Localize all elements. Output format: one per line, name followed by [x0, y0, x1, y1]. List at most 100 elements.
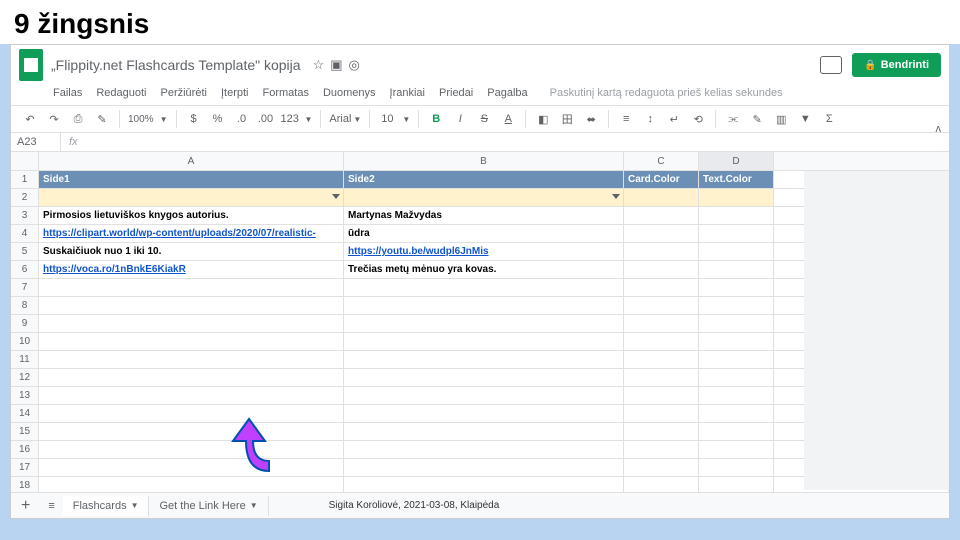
- sheets-app: „Flippity.net Flashcards Template" kopij…: [10, 44, 950, 519]
- chevron-down-icon[interactable]: [612, 194, 620, 199]
- print-icon[interactable]: ⎙: [69, 113, 87, 126]
- row-header[interactable]: 14: [11, 405, 39, 422]
- tab-flashcards[interactable]: Flashcards ▼: [63, 496, 150, 516]
- tab-getlink[interactable]: Get the Link Here ▼: [149, 496, 268, 516]
- paint-icon[interactable]: ✎: [93, 113, 111, 126]
- textcolor-icon[interactable]: A: [499, 113, 517, 125]
- slide-title: 9 žingsnis: [0, 0, 960, 44]
- menu-bar: Failas Redaguoti Peržiūrėti Įterpti Form…: [11, 85, 949, 105]
- comment2-icon[interactable]: ✎: [748, 113, 766, 126]
- col-header-c[interactable]: C: [624, 152, 699, 170]
- row-header[interactable]: 2: [11, 189, 39, 206]
- fontsize[interactable]: 10: [378, 113, 396, 125]
- chevron-down-icon[interactable]: ▼: [131, 501, 139, 510]
- cell-link[interactable]: https://youtu.be/wudpl6JnMis: [344, 243, 624, 260]
- merge-icon[interactable]: ⬌: [582, 113, 600, 126]
- move-icon[interactable]: ▣: [330, 57, 342, 73]
- tab-label: Get the Link Here: [159, 500, 245, 512]
- row-header[interactable]: 10: [11, 333, 39, 350]
- doc-title[interactable]: „Flippity.net Flashcards Template" kopij…: [51, 57, 301, 73]
- col-header-d[interactable]: D: [699, 152, 774, 170]
- row-header[interactable]: 11: [11, 351, 39, 368]
- row-header[interactable]: 8: [11, 297, 39, 314]
- functions-icon[interactable]: Σ: [820, 113, 838, 125]
- share-button[interactable]: 🔒Bendrinti: [852, 53, 941, 77]
- filter-icon[interactable]: ▼: [796, 113, 814, 125]
- chevron-down-icon[interactable]: [332, 194, 340, 199]
- row-header[interactable]: 7: [11, 279, 39, 296]
- menu-file[interactable]: Failas: [53, 87, 82, 99]
- menu-data[interactable]: Duomenys: [323, 87, 376, 99]
- zoom[interactable]: 100%: [128, 114, 154, 125]
- fx-label: fx: [61, 133, 86, 151]
- footer-note: Sigita Koroliovė, 2021-03-08, Klaipėda: [329, 500, 500, 511]
- row-header[interactable]: 13: [11, 387, 39, 404]
- halign-icon[interactable]: ≡: [617, 113, 635, 125]
- rotate-icon[interactable]: ⟲: [689, 113, 707, 126]
- row-header[interactable]: 3: [11, 207, 39, 224]
- select-all-corner[interactable]: [11, 152, 39, 170]
- comment-icon[interactable]: [820, 56, 842, 74]
- row-header[interactable]: 1: [11, 171, 39, 188]
- currency-icon[interactable]: $: [185, 113, 203, 125]
- row-header[interactable]: 6: [11, 261, 39, 278]
- menu-insert[interactable]: Įterpti: [221, 87, 249, 99]
- collapse-icon[interactable]: ʌ: [936, 123, 942, 135]
- col-header-a[interactable]: A: [39, 152, 344, 170]
- menu-addons[interactable]: Priedai: [439, 87, 473, 99]
- right-empty-pane: [804, 171, 949, 490]
- fill-icon[interactable]: ◧: [534, 113, 552, 126]
- cell[interactable]: Martynas Mažvydas: [344, 207, 624, 224]
- cell-dropdown[interactable]: [344, 189, 624, 206]
- row-header[interactable]: 4: [11, 225, 39, 242]
- row-header[interactable]: 16: [11, 441, 39, 458]
- undo-icon[interactable]: ↶: [21, 113, 39, 126]
- all-sheets-icon[interactable]: ≡: [40, 500, 62, 512]
- arrow-annotation-icon: [196, 406, 286, 496]
- dec-icon[interactable]: .0: [233, 113, 251, 125]
- dec2-icon[interactable]: .00: [257, 113, 275, 125]
- font-select[interactable]: Arial: [329, 113, 347, 125]
- cell[interactable]: Pirmosios lietuviškos knygos autorius.: [39, 207, 344, 224]
- cell[interactable]: Side2: [344, 171, 624, 188]
- tab-label: Flashcards: [73, 500, 127, 512]
- percent-icon[interactable]: %: [209, 113, 227, 125]
- add-sheet-button[interactable]: +: [11, 497, 40, 515]
- redo-icon[interactable]: ↷: [45, 113, 63, 126]
- strike-icon[interactable]: S: [475, 113, 493, 125]
- cell[interactable]: Side1: [39, 171, 344, 188]
- chevron-down-icon[interactable]: ▼: [250, 501, 258, 510]
- cell[interactable]: ūdra: [344, 225, 624, 242]
- chart-icon[interactable]: ▥: [772, 113, 790, 126]
- cloud-icon[interactable]: ◎: [349, 57, 360, 73]
- bold-icon[interactable]: B: [427, 113, 445, 125]
- cell-link[interactable]: https://clipart.world/wp-content/uploads…: [39, 225, 344, 242]
- borders-icon[interactable]: 田: [558, 111, 576, 127]
- wrap-icon[interactable]: ↵: [665, 113, 683, 126]
- name-box[interactable]: A23: [11, 133, 61, 151]
- menu-edit[interactable]: Redaguoti: [96, 87, 146, 99]
- row-header[interactable]: 9: [11, 315, 39, 332]
- cell[interactable]: Suskaičiuok nuo 1 iki 10.: [39, 243, 344, 260]
- row-header[interactable]: 12: [11, 369, 39, 386]
- sheets-logo-icon: [19, 49, 43, 81]
- cell-dropdown[interactable]: [39, 189, 344, 206]
- menu-tools[interactable]: Įrankiai: [390, 87, 425, 99]
- row-header[interactable]: 17: [11, 459, 39, 476]
- star-icon[interactable]: ☆: [313, 57, 325, 73]
- menu-format[interactable]: Formatas: [262, 87, 308, 99]
- italic-icon[interactable]: I: [451, 113, 469, 125]
- numfmt[interactable]: 123: [281, 113, 299, 125]
- sheet-tabs-bar: + ≡ Flashcards ▼ Get the Link Here ▼ Sigit…: [11, 492, 949, 518]
- row-header[interactable]: 15: [11, 423, 39, 440]
- link-icon[interactable]: ⫘: [724, 113, 742, 126]
- cell[interactable]: Card.Color: [624, 171, 699, 188]
- cell[interactable]: Trečias metų mėnuo yra kovas.: [344, 261, 624, 278]
- row-header[interactable]: 5: [11, 243, 39, 260]
- cell[interactable]: Text.Color: [699, 171, 774, 188]
- cell-link[interactable]: https://voca.ro/1nBnkE6KiakR: [39, 261, 344, 278]
- col-header-b[interactable]: B: [344, 152, 624, 170]
- valign-icon[interactable]: ↕: [641, 113, 659, 125]
- menu-help[interactable]: Pagalba: [487, 87, 527, 99]
- menu-view[interactable]: Peržiūrėti: [161, 87, 207, 99]
